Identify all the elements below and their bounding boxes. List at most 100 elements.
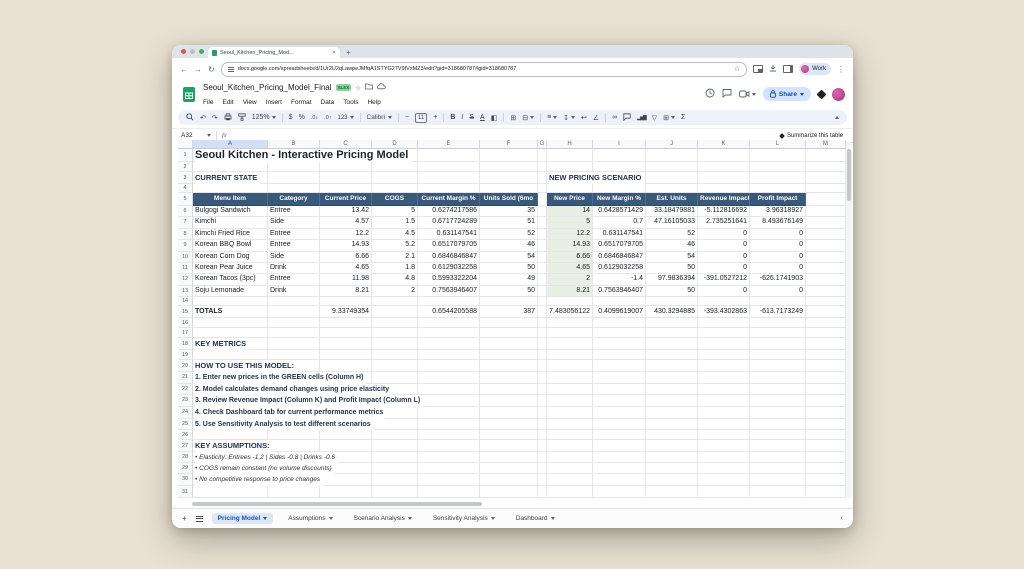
- cell-I31[interactable]: [593, 486, 646, 498]
- cell-K18[interactable]: [698, 338, 750, 350]
- cell-C10[interactable]: 6.66: [320, 252, 372, 263]
- cell-B16[interactable]: [268, 318, 320, 328]
- cell-M22[interactable]: [806, 384, 846, 396]
- cell-D7[interactable]: 1.5: [372, 217, 418, 228]
- cell-A12[interactable]: Korean Tacos (3pc): [193, 274, 268, 285]
- cell-K29[interactable]: [698, 463, 750, 474]
- comment-history-icon[interactable]: [722, 85, 732, 103]
- cell-C15[interactable]: 9.33749354: [320, 306, 372, 318]
- cell-M15[interactable]: [806, 306, 846, 318]
- cell-I22[interactable]: [593, 384, 646, 396]
- search-menus-icon[interactable]: [186, 113, 194, 123]
- cell-I19[interactable]: [593, 350, 646, 360]
- borders-icon[interactable]: ⊞: [510, 114, 516, 122]
- cell-G3[interactable]: [538, 172, 547, 184]
- new-tab-button[interactable]: +: [346, 47, 351, 58]
- cell-I27[interactable]: [593, 440, 646, 452]
- cell-C11[interactable]: 4.65: [320, 263, 372, 274]
- row-header-18[interactable]: 18: [178, 338, 193, 350]
- cell-G10[interactable]: [538, 252, 547, 263]
- cell-L30[interactable]: [750, 474, 806, 485]
- cell-A10[interactable]: Korean Corn Dog: [193, 252, 268, 263]
- cell-F1[interactable]: [480, 149, 538, 162]
- cell-M3[interactable]: [806, 172, 846, 184]
- cell-K5[interactable]: Revenue Impact: [698, 193, 750, 206]
- row-header-17[interactable]: 17: [178, 328, 193, 338]
- add-sheet-button[interactable]: +: [182, 514, 187, 523]
- insert-chart-icon[interactable]: ▂▅▇: [637, 115, 646, 121]
- cell-M7[interactable]: [806, 217, 846, 228]
- cell-M13[interactable]: [806, 286, 846, 297]
- cell-J18[interactable]: [646, 338, 698, 350]
- cell-A9[interactable]: Korean BBQ Bowl: [193, 240, 268, 251]
- cell-M5[interactable]: [806, 193, 846, 206]
- cell-K20[interactable]: [698, 360, 750, 372]
- cell-J20[interactable]: [646, 360, 698, 372]
- cell-F28[interactable]: [480, 452, 538, 463]
- reload-button[interactable]: ↻: [208, 65, 215, 74]
- cell-L17[interactable]: [750, 328, 806, 338]
- cell-H27[interactable]: [547, 440, 593, 452]
- cell-E13[interactable]: 0.7563946407: [418, 286, 480, 297]
- cell-J15[interactable]: 430.3294885: [646, 306, 698, 318]
- cell-E5[interactable]: Current Margin %: [418, 193, 480, 206]
- cell-J7[interactable]: 47.16105033: [646, 217, 698, 228]
- insert-link-icon[interactable]: ∞: [612, 114, 617, 121]
- cell-G29[interactable]: [538, 463, 547, 474]
- cell-G21[interactable]: [538, 372, 547, 384]
- cell-G11[interactable]: [538, 263, 547, 274]
- cell-J9[interactable]: 46: [646, 240, 698, 251]
- cell-H9[interactable]: 14.93: [547, 240, 593, 251]
- name-box-dropdown-icon[interactable]: [207, 134, 211, 137]
- cell-J11[interactable]: 50: [646, 263, 698, 274]
- cell-E14[interactable]: [418, 297, 480, 306]
- cell-G26[interactable]: [538, 430, 547, 440]
- cell-L11[interactable]: 0: [750, 263, 806, 274]
- cell-G23[interactable]: [538, 395, 547, 407]
- document-title[interactable]: Seoul_Kitchen_Pricing_Model_Final: [203, 83, 332, 92]
- menu-view[interactable]: View: [243, 99, 257, 106]
- cell-I11[interactable]: 0.6129032258: [593, 263, 646, 274]
- cell-B31[interactable]: [268, 486, 320, 498]
- cell-L14[interactable]: [750, 297, 806, 306]
- cell-J3[interactable]: [646, 172, 698, 184]
- cell-L22[interactable]: [750, 384, 806, 396]
- cell-D2[interactable]: [372, 162, 418, 172]
- row-header-27[interactable]: 27: [178, 440, 193, 452]
- cell-F10[interactable]: 54: [480, 252, 538, 263]
- cell-E2[interactable]: [418, 162, 480, 172]
- cell-F6[interactable]: 35: [480, 206, 538, 217]
- cell-J1[interactable]: [646, 149, 698, 162]
- picture-in-picture-icon[interactable]: [753, 65, 763, 73]
- cell-K3[interactable]: [698, 172, 750, 184]
- cell-D29[interactable]: [372, 463, 418, 474]
- cell-K27[interactable]: [698, 440, 750, 452]
- cell-G4[interactable]: [538, 184, 547, 193]
- cell-M28[interactable]: [806, 452, 846, 463]
- row-header-19[interactable]: 19: [178, 350, 193, 360]
- cell-L2[interactable]: [750, 162, 806, 172]
- cell-F23[interactable]: [480, 395, 538, 407]
- cell-K19[interactable]: [698, 350, 750, 360]
- row-header-14[interactable]: 14: [178, 297, 193, 306]
- cell-J26[interactable]: [646, 430, 698, 440]
- cell-D27[interactable]: [372, 440, 418, 452]
- cell-M17[interactable]: [806, 328, 846, 338]
- sheet-tab-pricing-model[interactable]: Pricing Model: [212, 513, 274, 524]
- cell-J22[interactable]: [646, 384, 698, 396]
- col-header-M[interactable]: M: [806, 140, 846, 149]
- cell-C7[interactable]: 4.57: [320, 217, 372, 228]
- cell-D10[interactable]: 2.1: [372, 252, 418, 263]
- cell-F20[interactable]: [480, 360, 538, 372]
- cell-F9[interactable]: 46: [480, 240, 538, 251]
- cell-F11[interactable]: 50: [480, 263, 538, 274]
- cell-C26[interactable]: [320, 430, 372, 440]
- cell-E12[interactable]: 0.5993322204: [418, 274, 480, 285]
- redo-icon[interactable]: ↷: [212, 114, 218, 122]
- cell-L18[interactable]: [750, 338, 806, 350]
- menu-help[interactable]: Help: [367, 99, 380, 106]
- cell-C19[interactable]: [320, 350, 372, 360]
- cell-L8[interactable]: 0: [750, 229, 806, 240]
- row-header-10[interactable]: 10: [178, 252, 193, 263]
- cell-M24[interactable]: [806, 407, 846, 419]
